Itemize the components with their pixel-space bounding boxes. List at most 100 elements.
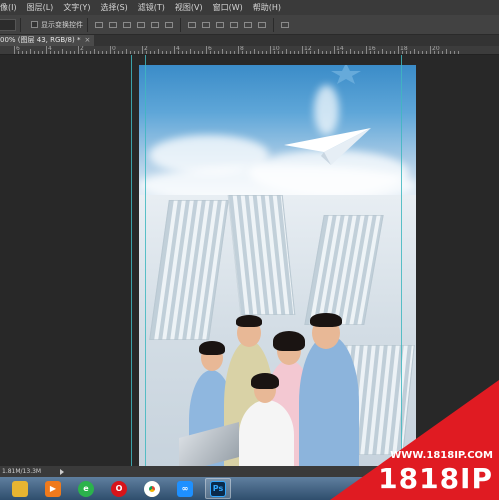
ruler-minor-tick xyxy=(18,51,19,54)
ruler-minor-tick xyxy=(162,51,163,54)
ruler-minor-tick xyxy=(358,51,359,54)
menu-item[interactable]: 像(I) xyxy=(0,0,22,15)
ruler-minor-tick xyxy=(230,51,231,54)
menu-item[interactable]: 帮助(H) xyxy=(248,0,286,15)
ruler-minor-tick xyxy=(294,51,295,54)
ruler-minor-tick xyxy=(178,51,179,54)
ruler-minor-tick xyxy=(290,51,291,54)
align-top-icon[interactable] xyxy=(94,20,104,30)
guide-line[interactable] xyxy=(145,55,146,466)
ruler-minor-tick xyxy=(126,49,127,54)
ruler-minor-tick xyxy=(210,51,211,54)
ruler-minor-tick xyxy=(350,49,351,54)
photoshop-icon: Ps xyxy=(210,480,226,497)
distribute-hcenter-icon[interactable] xyxy=(243,20,253,30)
watermark: WWW.1818IP.COM 1818IP xyxy=(330,380,499,500)
taskbar-media-player-button[interactable]: ▶ xyxy=(40,478,66,499)
ruler-minor-tick xyxy=(154,51,155,54)
auto-align-icon[interactable] xyxy=(280,20,290,30)
align-left-icon[interactable] xyxy=(136,20,146,30)
distribute-left-icon[interactable] xyxy=(229,20,239,30)
distribute-bottom-icon[interactable] xyxy=(215,20,225,30)
align-vcenter-icon[interactable] xyxy=(108,20,118,30)
ruler-minor-tick xyxy=(202,51,203,54)
taskbar-photoshop-button[interactable]: Ps xyxy=(205,478,231,499)
align-bottom-icon[interactable] xyxy=(122,20,132,30)
ruler-minor-tick xyxy=(74,51,75,54)
taskbar-baidu-netdisk-button[interactable]: ∞ xyxy=(172,478,198,499)
ruler-minor-tick xyxy=(278,51,279,54)
menu-item[interactable]: 滤镜(T) xyxy=(133,0,170,15)
document-tab-bar: 00% (图层 43, RGB/8) * × xyxy=(0,35,499,46)
options-separator xyxy=(87,17,88,32)
watermark-url: WWW.1818IP.COM xyxy=(390,450,493,461)
options-separator xyxy=(20,17,21,32)
ruler-minor-tick xyxy=(418,51,419,54)
360-browser-icon: e xyxy=(78,480,94,497)
star-icon xyxy=(331,65,361,84)
taskbar-opera-button[interactable]: O xyxy=(106,478,132,499)
media-player-icon: ▶ xyxy=(45,480,61,497)
ruler-minor-tick xyxy=(318,49,319,54)
menu-bar: 像(I) 图层(L) 文字(Y) 选择(S) 滤镜(T) 视图(V) 窗口(W) 帮助(H) xyxy=(0,0,499,15)
ruler-major-tick xyxy=(334,46,335,54)
ruler-minor-tick xyxy=(130,51,131,54)
menu-item[interactable]: 选择(S) xyxy=(95,0,132,15)
ruler-minor-tick xyxy=(422,51,423,54)
ruler-minor-tick xyxy=(194,51,195,54)
distribute-vcenter-icon[interactable] xyxy=(201,20,211,30)
ruler-major-tick xyxy=(302,46,303,54)
ruler-minor-tick xyxy=(38,51,39,54)
ruler-minor-tick xyxy=(242,51,243,54)
ruler-minor-tick xyxy=(286,49,287,54)
ruler-major-tick xyxy=(46,46,47,54)
ruler-minor-tick xyxy=(342,51,343,54)
ruler-minor-tick xyxy=(442,51,443,54)
ruler-minor-tick xyxy=(186,51,187,54)
ruler-minor-tick xyxy=(262,51,263,54)
ruler-minor-tick xyxy=(390,51,391,54)
ruler-minor-tick xyxy=(198,51,199,54)
ruler-minor-tick xyxy=(338,51,339,54)
ruler-minor-tick xyxy=(378,51,379,54)
menu-item[interactable]: 窗口(W) xyxy=(208,0,248,15)
show-transform-checkbox[interactable] xyxy=(31,21,38,28)
menu-item[interactable]: 文字(Y) xyxy=(58,0,95,15)
distribute-right-icon[interactable] xyxy=(257,20,267,30)
ruler-minor-tick xyxy=(234,51,235,54)
distribute-top-icon[interactable] xyxy=(187,20,197,30)
guide-line[interactable] xyxy=(131,55,132,466)
tool-preset-dropdown[interactable] xyxy=(0,18,16,31)
ruler-minor-tick xyxy=(306,51,307,54)
ruler-minor-tick xyxy=(170,51,171,54)
status-menu-arrow-icon[interactable] xyxy=(60,469,64,475)
taskbar-360-browser-button[interactable]: e xyxy=(73,478,99,499)
align-hcenter-icon[interactable] xyxy=(150,20,160,30)
ruler-minor-tick xyxy=(402,51,403,54)
ruler-major-tick xyxy=(398,46,399,54)
ruler-minor-tick xyxy=(266,51,267,54)
ruler-minor-tick xyxy=(54,51,55,54)
ruler-minor-tick xyxy=(146,51,147,54)
ruler-minor-tick xyxy=(258,51,259,54)
ruler-minor-tick xyxy=(166,51,167,54)
align-right-icon[interactable] xyxy=(164,20,174,30)
menu-item[interactable]: 视图(V) xyxy=(170,0,208,15)
taskbar-file-explorer-button[interactable] xyxy=(7,478,33,499)
ruler-minor-tick xyxy=(90,51,91,54)
ruler-major-tick xyxy=(238,46,239,54)
ruler-major-tick xyxy=(142,46,143,54)
ruler-minor-tick xyxy=(250,51,251,54)
ruler-minor-tick xyxy=(346,51,347,54)
ruler-minor-tick xyxy=(58,51,59,54)
ruler-minor-tick xyxy=(30,49,31,54)
ruler-minor-tick xyxy=(414,49,415,54)
ruler-minor-tick xyxy=(386,51,387,54)
ruler-minor-tick xyxy=(106,51,107,54)
close-tab-icon[interactable]: × xyxy=(84,35,90,46)
ruler-minor-tick xyxy=(322,51,323,54)
taskbar-chrome-button[interactable] xyxy=(139,478,165,499)
ruler-minor-tick xyxy=(410,51,411,54)
document-tab[interactable]: 00% (图层 43, RGB/8) * × xyxy=(0,35,95,46)
menu-item[interactable]: 图层(L) xyxy=(22,0,59,15)
